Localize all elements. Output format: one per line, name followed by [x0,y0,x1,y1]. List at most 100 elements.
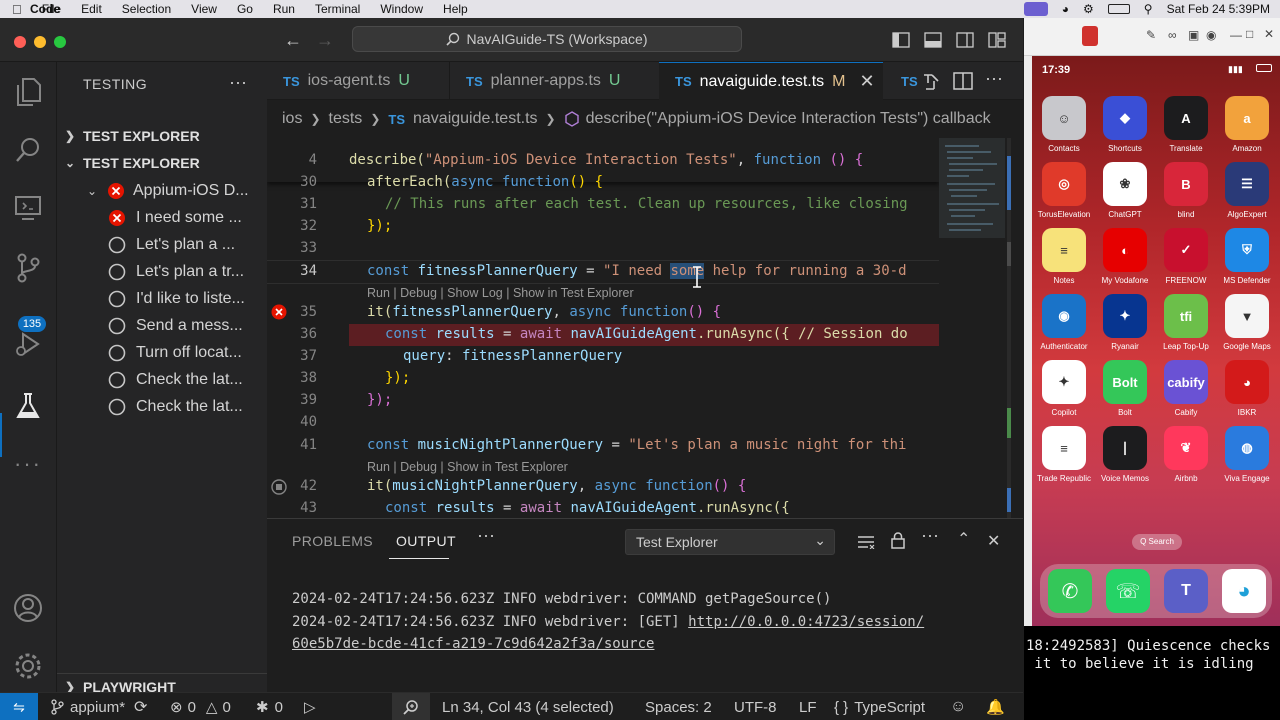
breadcrumb-folder-tests[interactable]: tests [329,110,363,128]
menu-go[interactable]: Go [237,0,253,18]
menu-selection[interactable]: Selection [122,0,171,18]
minimize-window-button[interactable] [34,36,46,48]
home-app-icon[interactable]: ◍ Viva Engage [1216,426,1278,483]
maximize-panel-icon[interactable]: ⌃ [957,529,970,549]
battery-icon[interactable] [1107,4,1130,14]
home-app-icon[interactable]: ◎ TorusElevation [1033,162,1095,219]
test-case-item[interactable]: Check the lat... [57,366,267,393]
menu-view[interactable]: View [191,0,217,18]
close-tab-icon[interactable]: ✕ [859,71,874,92]
home-app-icon[interactable]: Bolt Bolt [1094,360,1156,417]
manage-gear-icon[interactable] [12,650,44,682]
home-app-icon[interactable]: a Amazon [1216,96,1278,153]
home-app-icon[interactable]: ◐ My Vodafone [1094,228,1156,285]
home-app-icon[interactable]: A Translate [1155,96,1217,153]
link-icon[interactable]: ∞ [1168,28,1177,42]
teams-icon[interactable]: T [1164,569,1208,613]
copilot-icon[interactable]: ☺ [950,693,966,720]
home-app-icon[interactable]: ❀ ChatGPT [1094,162,1156,219]
menu-help[interactable]: Help [443,0,468,18]
home-app-icon[interactable]: ∣ Voice Memos [1094,426,1156,483]
testing-icon[interactable] [12,390,44,422]
test-case-item[interactable]: I'd like to liste... [57,285,267,312]
menu-window[interactable]: Window [380,0,423,18]
breadcrumb-file[interactable]: navaiguide.test.ts [413,110,538,128]
home-app-icon[interactable]: ▼ Google Maps [1216,294,1278,351]
home-app-icon[interactable]: ✦ Ryanair [1094,294,1156,351]
code-editor[interactable]: 4 30 31 32 33 34 35 36 37 38 39 40 41 42… [267,138,1023,518]
remote-explorer-icon[interactable] [12,192,44,224]
test-case-item[interactable]: Let's plan a ... [57,231,267,258]
test-case-item[interactable]: Let's plan a tr... [57,258,267,285]
tab-planner-apps[interactable]: TS planner-apps.ts U [449,62,659,100]
breadcrumb-symbol[interactable]: describe("Appium-iOS Device Interaction … [586,110,991,128]
lock-icon[interactable]: ▣ [1188,28,1199,42]
phone-app-icon[interactable]: ✆ [1048,569,1092,613]
test-suite-item[interactable]: ⌄ Appium-iOS D... [57,177,267,204]
home-app-icon[interactable]: ≡ Notes [1033,228,1095,285]
home-app-icon[interactable]: ✓ FREENOW [1155,228,1217,285]
back-arrow-icon[interactable]: ← [284,30,302,51]
cursor-position[interactable]: Ln 34, Col 43 (4 selected) [442,693,614,720]
forward-arrow-icon[interactable]: → [316,30,334,51]
test-case-item[interactable]: Check the lat... [57,393,267,420]
home-app-icon[interactable]: ☰ AlgoExpert [1216,162,1278,219]
control-center-icon[interactable]: ⚙ [1083,2,1094,16]
indentation[interactable]: Spaces: 2 [645,693,712,720]
home-app-icon[interactable]: cabify Cabify [1155,360,1217,417]
test-case-item[interactable]: I need some ... [57,204,267,231]
output-link[interactable]: 60e5b7de-bcde-41cf-a219-7c9d642a2f3a/sou… [292,636,654,652]
clear-output-icon[interactable] [857,535,875,549]
home-app-icon[interactable]: ≡ Trade Republic [1033,426,1095,483]
output-channel-select[interactable]: Test Explorer ⌄ [625,529,835,555]
close-icon[interactable]: ✕ [1264,27,1274,41]
test-failed-icon[interactable] [271,304,287,320]
codelens[interactable]: Run | Debug | Show in Test Explorer [367,460,568,474]
wifi-status-icon[interactable]: ◕ [1062,2,1069,16]
open-changes-icon[interactable] [921,72,941,92]
split-editor-icon[interactable] [953,72,973,90]
edge-browser-icon[interactable]: ◕ [1222,569,1266,613]
menubar-datetime[interactable]: Sat Feb 24 5:39PM [1167,2,1270,16]
toggle-secondary-sidebar-icon[interactable] [956,32,974,48]
accounts-icon[interactable] [12,592,44,624]
output-link[interactable]: http://0.0.0.0:4723/session/ [688,614,924,630]
toggle-primary-sidebar-icon[interactable] [892,32,910,48]
tab-output[interactable]: OUTPUT [396,533,456,549]
home-app-icon[interactable]: ⛨ MS Defender [1216,228,1278,285]
close-panel-icon[interactable]: ✕ [987,531,1000,551]
panel-more-icon[interactable]: ··· [477,525,495,546]
encoding[interactable]: UTF-8 [734,693,777,720]
tab-overflow[interactable]: TS [883,62,923,100]
home-app-icon[interactable]: tfi Leap Top-Up [1155,294,1217,351]
more-views-icon[interactable]: ··· [12,448,44,480]
pencil-icon[interactable]: ✎ [1146,28,1156,42]
command-center-search[interactable]: NavAIGuide-TS (Workspace) [352,26,742,52]
test-not-run-icon[interactable] [271,479,287,495]
screen-mirroring-icon[interactable] [1023,2,1048,16]
panel-actions-more-icon[interactable]: ··· [921,525,939,546]
home-app-icon[interactable]: ◕ IBKR [1216,360,1278,417]
home-app-icon[interactable]: ❦ Airbnb [1155,426,1217,483]
home-app-icon[interactable]: ◆ Shortcuts [1094,96,1156,153]
home-app-icon[interactable]: ✦ Copilot [1033,360,1095,417]
zoom-indicator[interactable] [392,693,430,720]
editor-more-actions-icon[interactable]: ··· [985,68,1003,89]
lock-scroll-icon[interactable] [891,532,905,549]
whatsapp-icon[interactable]: ☏ [1106,569,1150,613]
end-of-line[interactable]: LF [799,693,817,720]
source-control-icon[interactable] [12,252,44,284]
customize-layout-icon[interactable] [988,32,1006,48]
home-app-icon[interactable]: ☺ Contacts [1033,96,1095,153]
menu-app-name[interactable]: Code [14,0,76,18]
explorer-icon[interactable] [12,76,44,108]
problems-status[interactable]: ⊗ 0 △ 0 [170,693,231,720]
zoom-window-button[interactable] [54,36,66,48]
toggle-panel-icon[interactable] [924,32,942,48]
minimize-icon[interactable]: — [1230,28,1242,42]
search-spotlight-icon[interactable]: ⚲ [1144,2,1153,16]
tab-ios-agent[interactable]: TS ios-agent.ts U [267,62,449,100]
debug-launch-icon[interactable]: ▷ [304,693,316,720]
sidebar-more-actions-icon[interactable]: ··· [229,72,247,93]
test-case-item[interactable]: Send a mess... [57,312,267,339]
